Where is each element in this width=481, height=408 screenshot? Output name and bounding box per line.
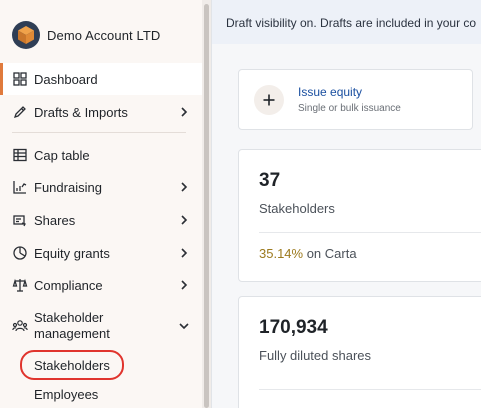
divider xyxy=(12,132,186,133)
pie-icon xyxy=(13,246,27,260)
sidebar-subitem-stakeholders[interactable]: Stakeholders xyxy=(20,351,110,379)
sidebar-scrollbar-thumb[interactable] xyxy=(204,4,209,408)
stakeholders-count: 37 xyxy=(259,170,281,191)
people-icon xyxy=(12,320,28,332)
carta-percentage-value: 35.14% xyxy=(259,246,304,261)
chevron-right-icon xyxy=(181,248,188,258)
sidebar-item-label: Shares xyxy=(34,212,76,228)
sidebar-item-label: Compliance xyxy=(34,277,103,293)
chevron-right-icon xyxy=(181,280,188,290)
sidebar-item-label: Fundraising xyxy=(34,179,102,195)
sidebar-subitem-employees[interactable]: Employees xyxy=(20,380,98,408)
sidebar: Demo Account LTD Dashboard Drafts & Impo… xyxy=(0,0,202,408)
chevron-right-icon xyxy=(181,107,188,117)
sidebar-item-drafts-imports[interactable]: Drafts & Imports xyxy=(0,96,202,128)
banner-text: Draft visibility on. Drafts are included… xyxy=(226,16,477,30)
issue-equity-button[interactable] xyxy=(254,85,284,115)
sidebar-item-dashboard[interactable]: Dashboard xyxy=(0,63,202,95)
sidebar-item-cap-table[interactable]: Cap table xyxy=(0,139,202,171)
shares-icon xyxy=(13,215,26,227)
table-icon xyxy=(13,148,27,162)
sidebar-item-compliance[interactable]: Compliance xyxy=(0,269,202,301)
account-name: Demo Account LTD xyxy=(47,27,161,43)
stakeholders-label: Stakeholders xyxy=(259,201,335,216)
scale-icon xyxy=(12,278,28,292)
sidebar-item-stakeholder-management[interactable]: Stakeholder management xyxy=(0,306,202,346)
issue-equity-title[interactable]: Issue equity xyxy=(298,85,362,99)
carta-percentage: 35.14% on Carta xyxy=(259,246,357,261)
sidebar-item-label-line1: Stakeholder xyxy=(34,310,104,325)
account-switcher[interactable]: Demo Account LTD xyxy=(12,20,160,50)
sidebar-item-label: Equity grants xyxy=(34,245,110,261)
dashboard-grid-icon xyxy=(13,72,27,86)
plus-icon xyxy=(263,94,275,106)
sidebar-subitem-label: Employees xyxy=(34,386,99,402)
issue-equity-subtitle: Single or bulk issuance xyxy=(298,103,401,114)
chevron-down-icon xyxy=(179,323,189,330)
account-logo xyxy=(12,21,40,49)
separator xyxy=(211,0,212,408)
sidebar-item-label: Cap table xyxy=(34,147,90,163)
active-indicator xyxy=(0,63,3,95)
chevron-right-icon xyxy=(181,182,188,192)
sidebar-item-shares[interactable]: Shares xyxy=(0,204,202,236)
card-divider xyxy=(259,389,481,390)
fully-diluted-count: 170,934 xyxy=(259,317,328,338)
chevron-right-icon xyxy=(181,215,188,225)
sidebar-item-label: Dashboard xyxy=(34,71,98,87)
fully-diluted-label: Fully diluted shares xyxy=(259,348,371,363)
pencil-icon xyxy=(13,106,26,119)
sidebar-item-equity-grants[interactable]: Equity grants xyxy=(0,237,202,269)
bar-chart-icon xyxy=(13,181,27,194)
carta-percentage-suffix: on Carta xyxy=(303,246,357,261)
sidebar-item-label: Drafts & Imports xyxy=(34,104,128,120)
card-divider xyxy=(259,232,481,233)
sidebar-item-fundraising[interactable]: Fundraising xyxy=(0,171,202,203)
sidebar-item-label-line2: management xyxy=(34,326,110,341)
sidebar-subitem-label: Stakeholders xyxy=(34,357,110,373)
